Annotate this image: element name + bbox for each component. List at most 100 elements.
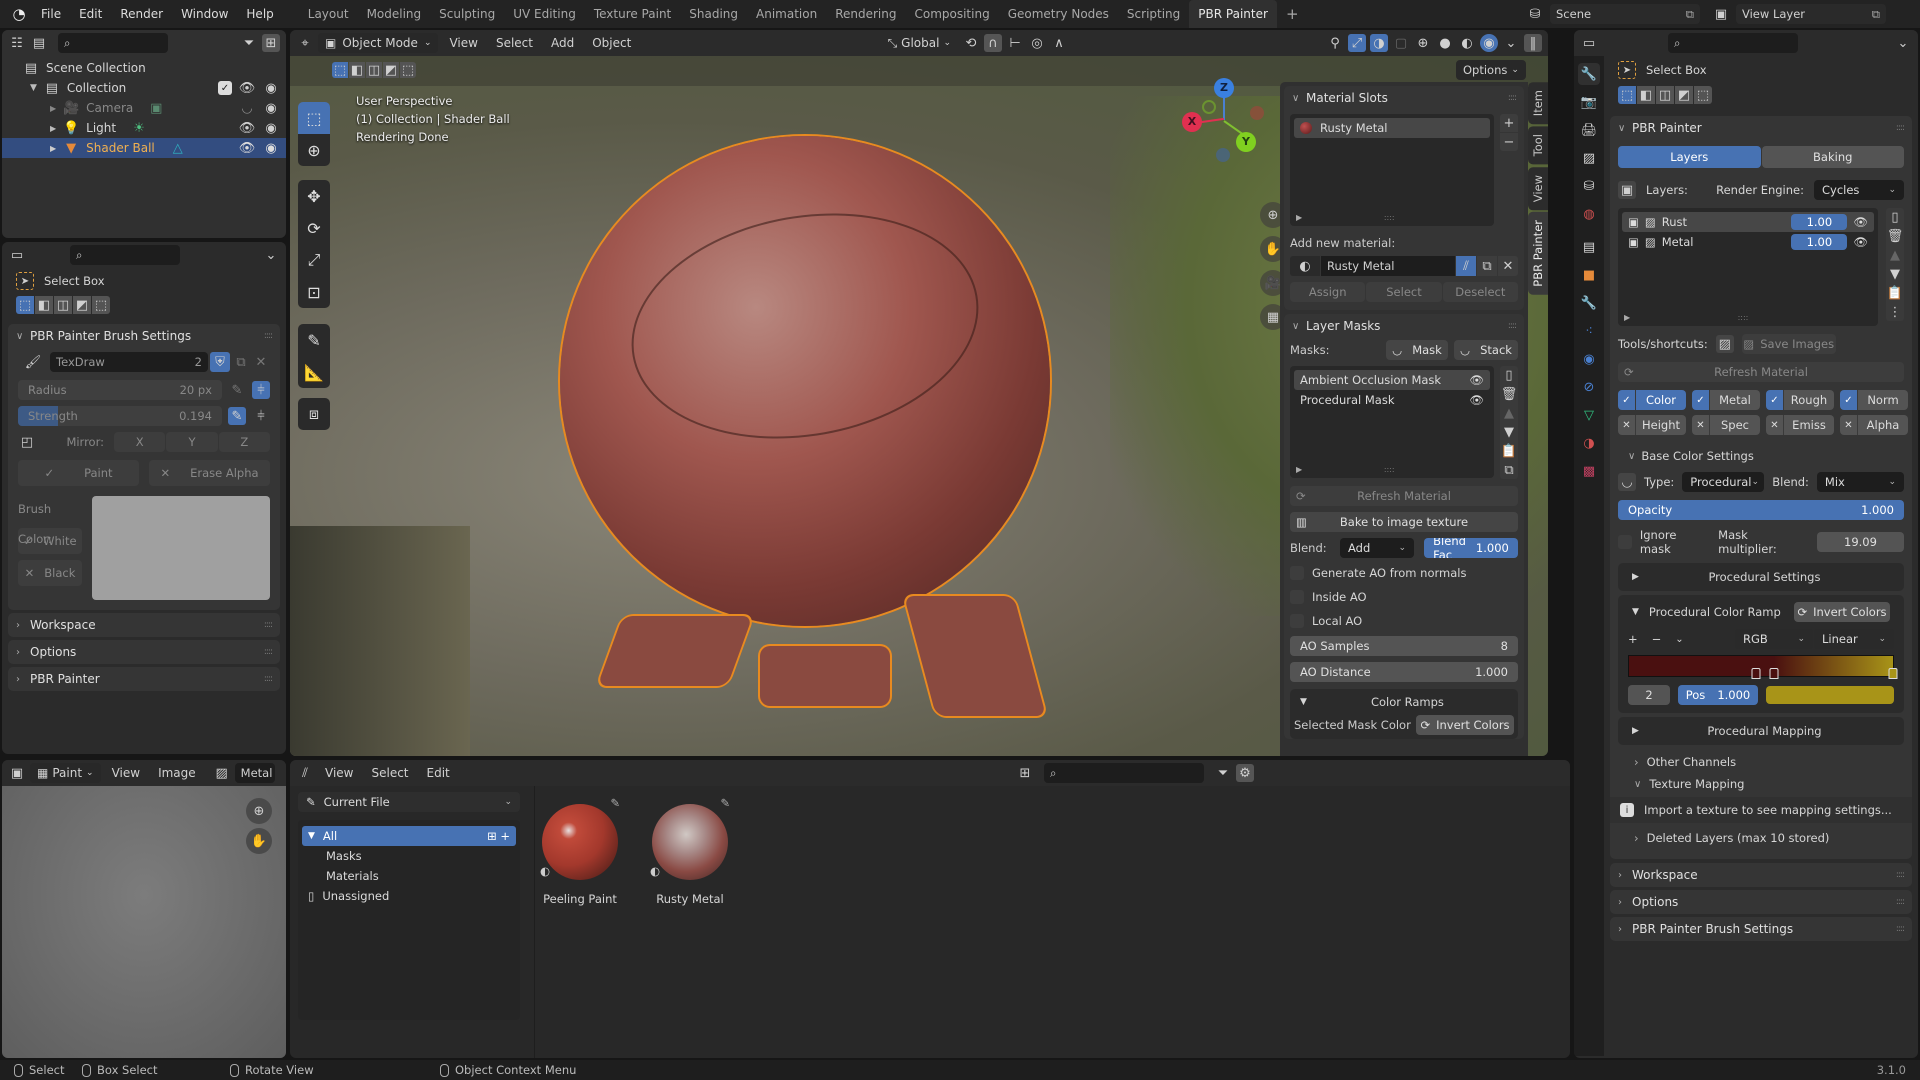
- hidden-eye-icon[interactable]: ◡: [238, 99, 256, 117]
- type-select[interactable]: Procedural ⌄: [1682, 472, 1765, 492]
- eye-icon[interactable]: 👁: [1853, 235, 1868, 249]
- add-workspace-button[interactable]: +: [1277, 0, 1308, 28]
- chevron-down-icon[interactable]: ⌄: [1502, 34, 1520, 52]
- color-ramp-gradient[interactable]: [1628, 655, 1898, 679]
- filter-icon[interactable]: ⏷: [240, 34, 258, 52]
- move-up-icon[interactable]: ▲: [1886, 246, 1904, 264]
- object-tab-icon[interactable]: ■: [1578, 264, 1600, 286]
- save-images-button[interactable]: ▨ Save Images: [1741, 334, 1836, 354]
- material-name-field[interactable]: Rusty Metal: [1321, 256, 1455, 276]
- menu-view[interactable]: View: [442, 33, 484, 53]
- xray-icon[interactable]: ▢: [1392, 34, 1410, 52]
- strength-slider[interactable]: Strength 0.194: [18, 406, 222, 426]
- mask-multiplier-field[interactable]: 19.09: [1816, 532, 1904, 552]
- move-tool[interactable]: ✥: [298, 180, 330, 212]
- expand-icon[interactable]: ▼: [30, 83, 37, 93]
- ignore-mask-checkbox[interactable]: [1618, 535, 1632, 549]
- unified-size-icon[interactable]: ⫩: [252, 381, 270, 399]
- add-catalog-icon[interactable]: ⊞ +: [487, 829, 510, 843]
- mode-set-icon[interactable]: ⬚: [16, 296, 34, 314]
- new-collection-icon[interactable]: ⊞: [262, 34, 280, 52]
- ramp-interpolation-select[interactable]: Linear ⌄: [1814, 629, 1894, 649]
- mode-invert-icon[interactable]: ◩: [1675, 86, 1693, 104]
- black-button[interactable]: ✕ Black: [18, 560, 82, 586]
- stop-color-swatch[interactable]: [1766, 686, 1894, 704]
- tab-rendering[interactable]: Rendering: [826, 0, 905, 28]
- pbr-painter-header[interactable]: ∨ PBR Painter::::: [1610, 116, 1912, 140]
- expand-icon[interactable]: ▶: [1296, 465, 1302, 474]
- mirror-z-toggle[interactable]: Z: [218, 432, 270, 452]
- mask-toggle-icon[interactable]: ◡: [1618, 473, 1636, 491]
- mode-subtract-icon[interactable]: ◫: [366, 62, 382, 78]
- mode-set-icon[interactable]: ⬚: [332, 62, 348, 78]
- blender-logo-icon[interactable]: ◔: [10, 5, 28, 23]
- mode-subtract-icon[interactable]: ◫: [1656, 86, 1674, 104]
- wireframe-shading-icon[interactable]: ⊕: [1414, 34, 1432, 52]
- gizmo-y-axis[interactable]: Y: [1236, 132, 1256, 152]
- layer-masks-header[interactable]: ∨ Layer Masks::::: [1284, 314, 1524, 338]
- snap-target-icon[interactable]: ⊢: [1006, 34, 1024, 52]
- chevron-down-icon[interactable]: ⌄: [1675, 634, 1683, 645]
- ramp-stop-marker[interactable]: [1888, 668, 1898, 679]
- outliner-row-shader-ball[interactable]: ▶ ▼ Shader Ball △ 👁 ◉: [2, 138, 286, 158]
- local-ao-checkbox[interactable]: Local AO: [1284, 609, 1524, 633]
- menu-file[interactable]: File: [32, 0, 70, 28]
- select-button[interactable]: Select: [1366, 282, 1442, 302]
- render-engine-select[interactable]: Cycles ⌄: [1814, 180, 1904, 200]
- brush-name-field[interactable]: TexDraw 2: [50, 352, 208, 372]
- add-cube-tool[interactable]: ⧈: [298, 398, 330, 430]
- mode-set-icon[interactable]: ⬚: [1618, 86, 1636, 104]
- eye-icon[interactable]: 👁: [238, 119, 256, 137]
- menu-edit[interactable]: Edit: [70, 0, 111, 28]
- 3d-viewport[interactable]: ⌖ ▣ Object Mode ⌄ View Select Add Object ⤡…: [290, 30, 1548, 756]
- image-editor[interactable]: ▣ ▦ Paint ⌄ View Image ▨ Metal ⊕ ✋: [2, 760, 286, 1058]
- blend-fac-slider[interactable]: Blend Fac 1.000: [1424, 538, 1518, 558]
- erase-alpha-button[interactable]: ✕ Erase Alpha: [149, 460, 270, 486]
- pivot-icon[interactable]: ⟲: [962, 34, 980, 52]
- options-panel[interactable]: › Options::::: [1610, 890, 1912, 914]
- asset-search-input[interactable]: ⌕: [1044, 763, 1204, 783]
- tab-animation[interactable]: Animation: [747, 0, 826, 28]
- layer-item-rust[interactable]: ▣ ▨ Rust 1.00 👁: [1622, 212, 1874, 232]
- tab-modeling[interactable]: Modeling: [358, 0, 431, 28]
- particles-tab-icon[interactable]: ⁖: [1578, 320, 1600, 342]
- menu-edit[interactable]: Edit: [420, 763, 457, 783]
- bake-button[interactable]: ▥ Bake to image texture: [1290, 512, 1518, 532]
- properties-search-input[interactable]: ⌕: [70, 245, 180, 265]
- base-color-settings-header[interactable]: ∨ Base Color Settings: [1610, 441, 1912, 469]
- menu-object[interactable]: Object: [585, 33, 638, 53]
- opacity-slider[interactable]: Opacity 1.000: [1618, 500, 1904, 520]
- drag-handle[interactable]: ::::: [264, 331, 273, 341]
- fake-user-icon[interactable]: ⫽: [1456, 256, 1476, 276]
- chevron-down-icon[interactable]: ⌄: [1894, 34, 1912, 52]
- menu-select[interactable]: Select: [364, 763, 415, 783]
- mode-subtract-icon[interactable]: ◫: [54, 296, 72, 314]
- orientation-selector[interactable]: ⤡ Global ⌄: [881, 33, 958, 53]
- resize-handle[interactable]: ::::: [1384, 465, 1395, 474]
- camera-render-icon[interactable]: ◉: [262, 119, 280, 137]
- mode-extend-icon[interactable]: ◧: [349, 62, 365, 78]
- editor-type-icon[interactable]: ⌖: [296, 34, 314, 52]
- mode-extend-icon[interactable]: ◧: [35, 296, 53, 314]
- channel-color[interactable]: ✓ Color: [1618, 390, 1686, 410]
- images-icon[interactable]: ▨: [1715, 335, 1734, 353]
- pressure-icon[interactable]: ✎: [228, 407, 246, 425]
- brush-color-swatch[interactable]: [92, 496, 270, 600]
- texture-tab-icon[interactable]: ▩: [1578, 460, 1600, 482]
- workspace-panel[interactable]: › Workspace::::: [1610, 863, 1912, 887]
- blend-select[interactable]: Mix ⌄: [1816, 472, 1904, 492]
- paint-mode-selector[interactable]: ▦ Paint ⌄: [30, 763, 101, 783]
- tab-pbr-painter[interactable]: PBR Painter: [1189, 0, 1277, 28]
- editor-type-icon[interactable]: ▭: [1580, 34, 1598, 52]
- assign-button[interactable]: Assign: [1290, 282, 1366, 302]
- mode-intersect-icon[interactable]: ⬚: [1694, 86, 1712, 104]
- rotate-tool[interactable]: ⟳: [298, 212, 330, 244]
- view-layer-icon[interactable]: ▣: [1712, 5, 1730, 23]
- paste-icon[interactable]: 📋: [1500, 442, 1518, 460]
- eye-icon[interactable]: 👁: [1469, 393, 1484, 407]
- remove-slot-icon[interactable]: −: [1500, 133, 1518, 151]
- layer-opacity-field[interactable]: 1.00: [1791, 214, 1848, 230]
- procedural-settings-subpanel[interactable]: ▶ Procedural Settings: [1618, 563, 1904, 591]
- view-layer-tab-icon[interactable]: ▨: [1578, 147, 1600, 169]
- tab-compositing[interactable]: Compositing: [905, 0, 998, 28]
